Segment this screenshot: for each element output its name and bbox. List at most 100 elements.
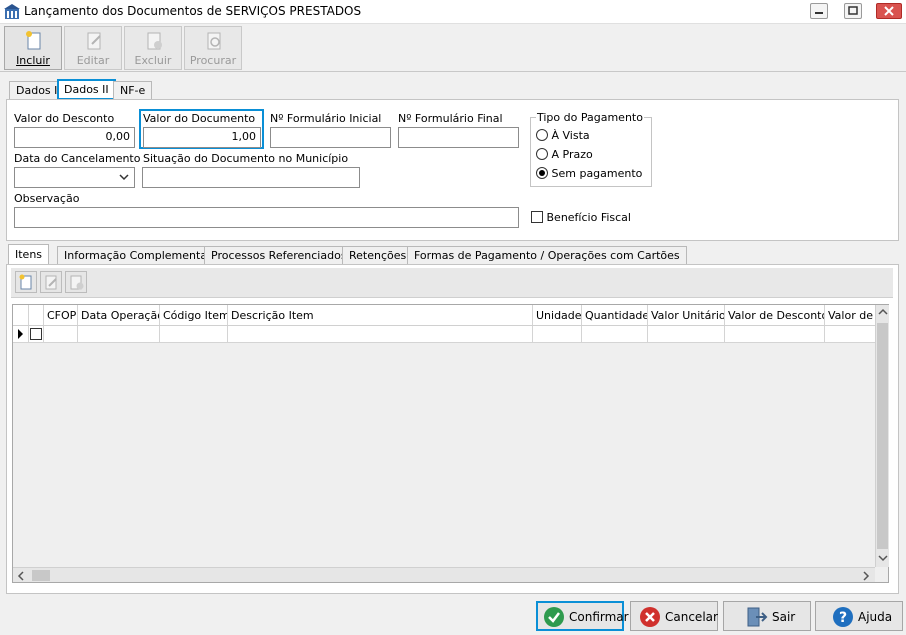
search-document-icon (207, 32, 221, 50)
scroll-up-icon[interactable] (878, 308, 888, 316)
confirmar-button[interactable]: Confirmar (536, 601, 629, 631)
horizontal-scrollbar[interactable] (13, 567, 875, 582)
cell-unidade[interactable] (533, 326, 582, 343)
cell-valor-a[interactable] (825, 326, 875, 343)
maximize-button[interactable] (844, 3, 862, 19)
grid-col-quantidade[interactable]: Quantidade (582, 305, 648, 325)
cell-codigo-item[interactable] (160, 326, 228, 343)
scroll-right-icon[interactable] (862, 571, 870, 581)
incluir-button[interactable]: Incluir (4, 26, 62, 70)
row-select-cell[interactable] (29, 326, 44, 343)
row-select-checkbox[interactable] (30, 328, 42, 340)
tab-retencoes[interactable]: Retenções (342, 246, 414, 265)
editar-button[interactable]: Editar (64, 26, 122, 70)
maximize-icon (848, 6, 858, 15)
cell-descricao-item[interactable] (228, 326, 533, 343)
cancelar-button[interactable]: Cancelar (630, 601, 718, 631)
items-grid[interactable]: CFOP Data Operação Código Item Descrição… (12, 304, 889, 583)
close-icon (884, 6, 894, 16)
grid-new-row[interactable] (13, 326, 875, 343)
tab-formas-pagamento[interactable]: Formas de Pagamento / Operações com Cart… (407, 246, 687, 265)
beneficio-fiscal-checkbox[interactable]: Benefício Fiscal (531, 211, 631, 224)
itens-toolbar (11, 268, 893, 298)
ajuda-button[interactable]: ? Ajuda (815, 601, 903, 631)
excluir-label: Excluir (134, 54, 172, 67)
edit-document-icon (87, 32, 101, 50)
formulario-inicial-input[interactable] (270, 127, 391, 148)
grid-col-indicator (13, 305, 29, 325)
radio-a-prazo-button[interactable] (536, 148, 548, 160)
valor-desconto-input[interactable]: 0,00 (14, 127, 135, 148)
formulario-final-input[interactable] (398, 127, 519, 148)
scroll-left-icon[interactable] (17, 571, 25, 581)
edit-item-button[interactable] (40, 271, 62, 293)
check-circle-icon (544, 607, 564, 627)
tab-informacao-complementar-label: Informação Complementar (64, 249, 212, 262)
radio-a-vista[interactable]: À Vista (536, 129, 590, 142)
close-button[interactable] (876, 3, 902, 19)
procurar-button[interactable]: Procurar (184, 26, 242, 70)
scroll-down-icon[interactable] (878, 554, 888, 562)
situacao-label: Situação do Documento no Município (143, 152, 349, 165)
vertical-scroll-thumb[interactable] (877, 323, 888, 549)
editar-label: Editar (76, 54, 110, 67)
tab-itens-label: Itens (15, 248, 43, 261)
observacao-label: Observação (14, 192, 80, 205)
excluir-button[interactable]: Excluir (124, 26, 182, 70)
grid-col-codigo-item[interactable]: Código Item (160, 305, 228, 325)
tab-nfe[interactable]: NF-e (113, 81, 153, 100)
chevron-down-icon (119, 174, 129, 181)
radio-a-vista-button[interactable] (536, 129, 548, 141)
grid-col-valor-desconto[interactable]: Valor de Desconto (725, 305, 825, 325)
grid-col-valor-a[interactable]: Valor de A (825, 305, 875, 325)
grid-col-data-operacao[interactable]: Data Operação (78, 305, 160, 325)
title-bar: Lançamento dos Documentos de SERVIÇOS PR… (0, 0, 906, 24)
formulario-final-label: Nº Formulário Final (398, 112, 503, 125)
observacao-input[interactable] (14, 207, 519, 228)
vertical-scrollbar[interactable] (875, 305, 889, 567)
valor-documento-label: Valor do Documento (143, 112, 256, 125)
radio-a-vista-label: À Vista (551, 129, 590, 142)
minimize-button[interactable] (810, 3, 828, 19)
grid-col-unidade[interactable]: Unidade (533, 305, 582, 325)
row-pointer-icon (18, 329, 23, 339)
radio-sem-pagamento-label: Sem pagamento (551, 167, 643, 180)
radio-sem-pagamento[interactable]: Sem pagamento (536, 167, 642, 180)
grid-col-cfop[interactable]: CFOP (44, 305, 78, 325)
tab-itens[interactable]: Itens (8, 244, 50, 265)
procurar-label: Procurar (189, 54, 237, 67)
delete-item-button[interactable] (65, 271, 87, 293)
tab-informacao-complementar[interactable]: Informação Complementar (57, 246, 219, 265)
cell-valor-unitario[interactable] (648, 326, 725, 343)
radio-a-prazo[interactable]: A Prazo (536, 148, 593, 161)
data-cancelamento-label: Data do Cancelamento (14, 152, 141, 165)
beneficio-fiscal-box[interactable] (531, 211, 543, 223)
tab-processos-referenciados[interactable]: Processos Referenciados (204, 246, 354, 265)
tipo-pagamento-label: Tipo do Pagamento (536, 111, 644, 124)
row-indicator (13, 326, 29, 343)
cell-quantidade[interactable] (582, 326, 648, 343)
delete-document-icon (147, 32, 162, 50)
cell-cfop[interactable] (44, 326, 78, 343)
toolbar: Incluir Editar Excluir Procurar (0, 24, 906, 72)
add-item-button[interactable] (15, 271, 37, 293)
cell-valor-desconto[interactable] (725, 326, 825, 343)
radio-sem-pagamento-button[interactable] (536, 167, 548, 179)
formulario-inicial-label: Nº Formulário Inicial (270, 112, 382, 125)
cell-data-operacao[interactable] (78, 326, 160, 343)
horizontal-scroll-thumb[interactable] (32, 570, 50, 581)
valor-documento-input[interactable]: 1,00 (143, 127, 261, 148)
window-title: Lançamento dos Documentos de SERVIÇOS PR… (24, 4, 362, 18)
tab-dados-ii[interactable]: Dados II (57, 79, 116, 100)
grid-col-descricao-item[interactable]: Descrição Item (228, 305, 533, 325)
tab-dados-i-label: Dados I (16, 84, 58, 97)
grid-col-select (29, 305, 44, 325)
data-cancelamento-select[interactable] (14, 167, 135, 188)
incluir-label: Incluir (16, 54, 50, 67)
confirmar-label: Confirmar (569, 610, 629, 624)
cancel-circle-icon (640, 607, 660, 627)
situacao-input[interactable] (142, 167, 360, 188)
grid-col-valor-unitario[interactable]: Valor Unitário (648, 305, 725, 325)
sair-button[interactable]: Sair (723, 601, 811, 631)
tab-processos-referenciados-label: Processos Referenciados (211, 249, 347, 262)
